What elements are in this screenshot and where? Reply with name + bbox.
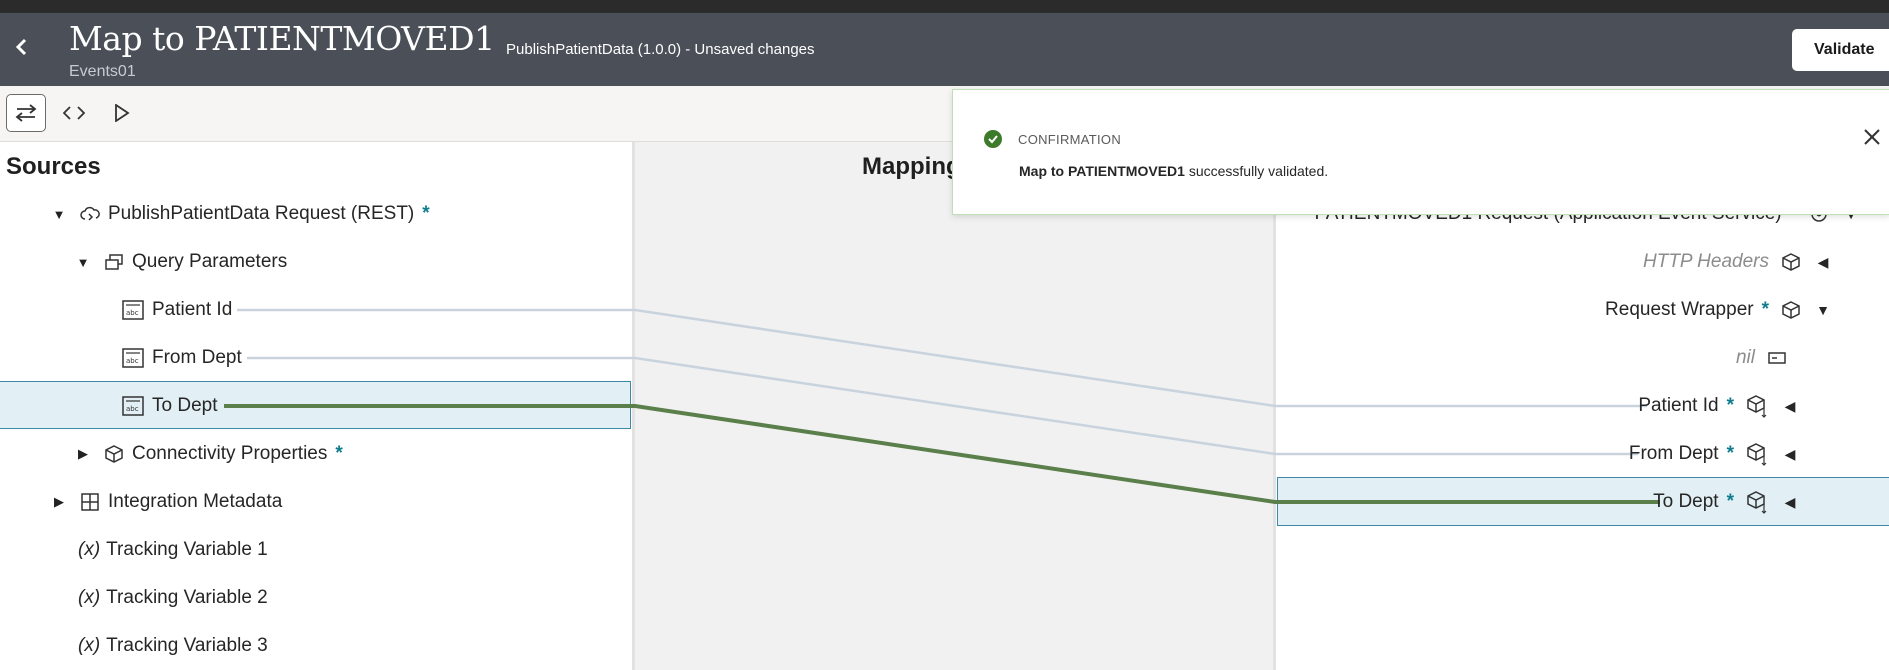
swap-view-button[interactable] [6, 94, 46, 132]
source-integration-metadata-label: Integration Metadata [108, 491, 283, 512]
source-root-label: PublishPatientData Request (REST) [108, 203, 415, 224]
target-patient-id[interactable]: Patient Id * ◀ [1638, 383, 1812, 429]
sources-title: Sources [6, 153, 101, 180]
target-nil[interactable]: nil [1736, 335, 1787, 381]
play-icon [115, 104, 130, 122]
target-from-dept-label: From Dept [1628, 443, 1719, 464]
window-top-strip [0, 0, 1889, 13]
required-marker: * [1761, 299, 1769, 320]
page-title: Map to PATIENTMOVED1 [69, 19, 495, 58]
back-button[interactable] [14, 35, 38, 63]
variable-icon: (x) [78, 539, 101, 560]
source-to-dept-label: To Dept [152, 395, 218, 416]
selected-source-row [0, 381, 631, 429]
toast-message: Map to PATIENTMOVED1 successfully valida… [1019, 163, 1328, 179]
source-tracking-variable-3[interactable]: (x) Tracking Variable 3 [78, 623, 268, 669]
toast-message-bold: Map to PATIENTMOVED1 [1019, 163, 1185, 179]
metadata-grid-icon [80, 492, 100, 512]
source-connectivity-node[interactable]: ▶ Connectivity Properties * [74, 431, 343, 477]
mapping-title: Mapping [862, 153, 961, 180]
tracking-variable-label: Tracking Variable 1 [106, 539, 268, 560]
source-from-dept-label: From Dept [152, 347, 242, 368]
toast-close-button[interactable] [1861, 126, 1883, 148]
tracking-variable-label: Tracking Variable 2 [106, 587, 268, 608]
toast-message-text: successfully validated. [1184, 163, 1329, 179]
rest-cloud-icon [80, 205, 100, 223]
caret-down-icon[interactable]: ▼ [1813, 302, 1833, 318]
attribute-icon [1767, 351, 1787, 365]
required-marker: * [422, 203, 430, 224]
code-view-button[interactable] [54, 94, 94, 132]
svg-text:abc: abc [126, 357, 139, 365]
pane-divider-right[interactable] [1273, 142, 1276, 670]
tracking-variable-label: Tracking Variable 3 [106, 635, 268, 656]
source-patient-id-label: Patient Id [152, 299, 233, 320]
parameters-icon [104, 254, 124, 270]
source-tracking-variable-1[interactable]: (x) Tracking Variable 1 [78, 527, 268, 573]
cube-icon [1781, 252, 1801, 272]
confirmation-toast: CONFIRMATION Map to PATIENTMOVED1 succes… [952, 89, 1889, 215]
cube-icon [1781, 300, 1801, 320]
source-to-dept[interactable]: abc To Dept [122, 383, 217, 429]
integration-status: PublishPatientData (1.0.0) - Unsaved cha… [506, 41, 815, 58]
caret-down-icon[interactable]: ▼ [74, 255, 92, 270]
success-check-icon [984, 130, 1002, 148]
required-marker: * [1726, 443, 1734, 464]
swap-arrows-icon [15, 104, 37, 122]
source-query-label: Query Parameters [132, 251, 288, 272]
source-root-node[interactable]: ▼ PublishPatientData Request (REST) * [50, 191, 430, 237]
caret-left-icon[interactable]: ◀ [1780, 446, 1800, 463]
code-brackets-icon [63, 106, 85, 120]
caret-right-icon[interactable]: ▶ [50, 494, 68, 510]
toast-kind: CONFIRMATION [1018, 132, 1122, 147]
variable-icon: (x) [78, 587, 101, 608]
string-field-icon: abc [122, 396, 144, 416]
caret-left-icon[interactable]: ◀ [1780, 494, 1800, 511]
target-to-dept[interactable]: To Dept * ◀ [1653, 479, 1812, 525]
target-request-wrapper[interactable]: Request Wrapper * ▼ [1605, 287, 1845, 333]
page-subtitle: Events01 [69, 63, 136, 80]
svg-text:abc: abc [126, 405, 139, 413]
caret-left-icon[interactable]: ◀ [1813, 254, 1833, 271]
chevron-left-icon [15, 38, 27, 56]
target-to-dept-label: To Dept [1653, 491, 1719, 512]
string-field-icon: abc [122, 348, 144, 368]
caret-right-icon[interactable]: ▶ [74, 446, 92, 462]
source-query-node[interactable]: ▼ Query Parameters [74, 239, 288, 285]
mapped-cube-icon [1746, 490, 1768, 514]
source-integration-metadata-node[interactable]: ▶ Integration Metadata [50, 479, 282, 525]
mapping-canvas [635, 142, 1273, 670]
required-marker: * [335, 443, 343, 464]
source-tracking-variable-2[interactable]: (x) Tracking Variable 2 [78, 575, 268, 621]
source-connectivity-label: Connectivity Properties [132, 443, 328, 464]
svg-text:abc: abc [126, 309, 139, 317]
validate-button[interactable]: Validate [1792, 29, 1889, 71]
required-marker: * [1726, 395, 1734, 416]
cube-icon [104, 444, 124, 464]
mapped-cube-icon [1746, 394, 1768, 418]
target-http-headers[interactable]: HTTP Headers ◀ [1643, 239, 1845, 285]
caret-down-icon[interactable]: ▼ [50, 207, 68, 222]
source-patient-id[interactable]: abc Patient Id [122, 287, 232, 333]
variable-icon: (x) [78, 635, 101, 656]
target-patient-id-label: Patient Id [1638, 395, 1719, 416]
pane-divider-left[interactable] [632, 142, 635, 670]
page-header: Map to PATIENTMOVED1 Events01 PublishPat… [0, 13, 1889, 86]
string-field-icon: abc [122, 300, 144, 320]
target-request-wrapper-label: Request Wrapper [1605, 299, 1754, 320]
mapped-cube-icon [1746, 442, 1768, 466]
target-http-headers-label: HTTP Headers [1643, 251, 1769, 272]
target-from-dept[interactable]: From Dept * ◀ [1629, 431, 1812, 477]
required-marker: * [1726, 491, 1734, 512]
close-icon [1864, 129, 1880, 145]
test-button[interactable] [102, 94, 142, 132]
source-from-dept[interactable]: abc From Dept [122, 335, 242, 381]
target-nil-label: nil [1735, 347, 1755, 368]
caret-left-icon[interactable]: ◀ [1780, 398, 1800, 415]
